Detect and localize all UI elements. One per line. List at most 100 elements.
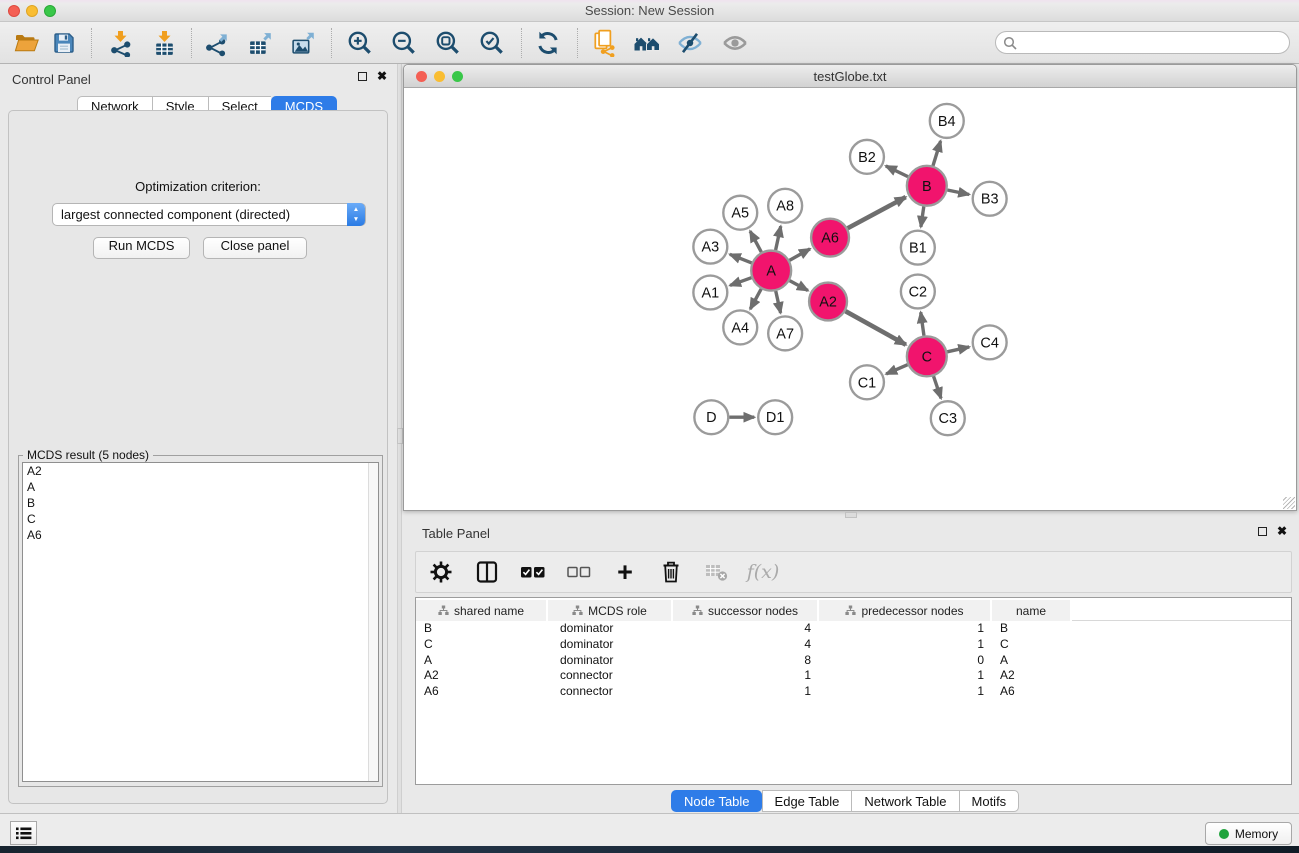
zoom-out-button[interactable] bbox=[387, 26, 421, 60]
mcds-result-item[interactable]: A2 bbox=[23, 463, 378, 479]
network-graph[interactable]: B4B2BB3A5A8A6B1A3AA1C2A2A4A7C4CC1DD1C3 bbox=[405, 89, 1295, 510]
export-network-button[interactable] bbox=[200, 26, 234, 60]
graph-node-C3[interactable]: C3 bbox=[931, 401, 965, 435]
graph-node-B2[interactable]: B2 bbox=[850, 140, 884, 174]
delete-column-button[interactable] bbox=[656, 557, 686, 587]
node-table[interactable]: shared nameMCDS rolesuccessor nodesprede… bbox=[415, 597, 1292, 785]
table-cell[interactable]: dominator bbox=[548, 621, 673, 637]
graph-edge[interactable] bbox=[921, 207, 924, 227]
float-table-panel-icon[interactable] bbox=[1258, 527, 1267, 536]
graph-node-A6[interactable]: A6 bbox=[811, 219, 849, 257]
graph-edge[interactable] bbox=[790, 281, 808, 291]
graph-edge[interactable] bbox=[776, 226, 781, 250]
graph-edge[interactable] bbox=[750, 289, 761, 309]
network-canvas[interactable]: B4B2BB3A5A8A6B1A3AA1C2A2A4A7C4CC1DD1C3 bbox=[405, 89, 1295, 510]
deselect-all-button[interactable] bbox=[564, 557, 594, 587]
graph-edge[interactable] bbox=[776, 291, 781, 313]
graph-node-A3[interactable]: A3 bbox=[693, 230, 727, 264]
add-column-button[interactable]: + bbox=[610, 557, 640, 587]
show-panels-button[interactable] bbox=[10, 821, 37, 845]
column-header-predecessor-nodes[interactable]: predecessor nodes bbox=[819, 600, 992, 621]
table-cell[interactable]: C bbox=[992, 637, 1072, 653]
home-button[interactable] bbox=[630, 26, 664, 60]
save-session-button[interactable] bbox=[47, 26, 81, 60]
table-cell[interactable]: B bbox=[416, 621, 548, 637]
zoom-in-button[interactable] bbox=[343, 26, 377, 60]
import-network-button[interactable] bbox=[103, 26, 137, 60]
column-header-name[interactable]: name bbox=[992, 600, 1072, 621]
graph-node-A8[interactable]: A8 bbox=[768, 189, 802, 223]
table-cell[interactable]: A bbox=[992, 653, 1072, 669]
graph-edge[interactable] bbox=[848, 197, 906, 228]
hide-graphics-details-button[interactable] bbox=[673, 26, 707, 60]
close-panel-icon[interactable]: ✖ bbox=[377, 72, 387, 81]
mcds-result-item[interactable]: C bbox=[23, 511, 378, 527]
table-cell[interactable]: 1 bbox=[819, 668, 992, 684]
graph-node-B1[interactable]: B1 bbox=[901, 231, 935, 265]
table-cell[interactable]: A2 bbox=[416, 668, 548, 684]
graph-node-D1[interactable]: D1 bbox=[758, 400, 792, 434]
table-cell[interactable]: 1 bbox=[673, 668, 819, 684]
table-cell[interactable]: C bbox=[416, 637, 548, 653]
graph-edge[interactable] bbox=[934, 376, 942, 398]
close-table-panel-icon[interactable]: ✖ bbox=[1277, 527, 1287, 536]
table-cell[interactable]: 8 bbox=[673, 653, 819, 669]
table-cell[interactable]: A2 bbox=[992, 668, 1072, 684]
show-column-button[interactable] bbox=[472, 557, 502, 587]
table-cell[interactable]: 1 bbox=[819, 684, 992, 700]
scrollbar-track[interactable] bbox=[368, 463, 378, 781]
graph-edge[interactable] bbox=[921, 312, 924, 335]
graph-edge[interactable] bbox=[933, 141, 941, 166]
refresh-view-button[interactable] bbox=[531, 26, 565, 60]
close-panel-button[interactable]: Close panel bbox=[203, 237, 307, 259]
zoom-selected-button[interactable] bbox=[475, 26, 509, 60]
graph-edge[interactable] bbox=[886, 365, 907, 374]
table-cell[interactable]: 4 bbox=[673, 637, 819, 653]
table-cell[interactable]: 4 bbox=[673, 621, 819, 637]
show-graphics-details-button[interactable] bbox=[718, 26, 752, 60]
graph-edge[interactable] bbox=[947, 190, 969, 195]
graph-node-C4[interactable]: C4 bbox=[973, 325, 1007, 359]
table-cell[interactable]: dominator bbox=[548, 637, 673, 653]
graph-node-C2[interactable]: C2 bbox=[901, 275, 935, 309]
table-row[interactable]: Cdominator41C bbox=[416, 637, 1291, 653]
open-session-button[interactable] bbox=[10, 26, 44, 60]
graph-edge[interactable] bbox=[730, 254, 752, 263]
column-header-successor-nodes[interactable]: successor nodes bbox=[673, 600, 819, 621]
graph-node-C[interactable]: C bbox=[907, 336, 947, 376]
table-cell[interactable]: 1 bbox=[819, 621, 992, 637]
graph-node-C1[interactable]: C1 bbox=[850, 365, 884, 399]
run-mcds-button[interactable]: Run MCDS bbox=[93, 237, 190, 259]
table-row[interactable]: Adominator80A bbox=[416, 653, 1291, 669]
column-header-shared-name[interactable]: shared name bbox=[416, 600, 548, 621]
table-cell[interactable]: A6 bbox=[992, 684, 1072, 700]
graph-edge[interactable] bbox=[730, 278, 751, 286]
new-network-from-file-button[interactable] bbox=[588, 26, 622, 60]
float-panel-icon[interactable] bbox=[358, 72, 367, 81]
graph-node-D[interactable]: D bbox=[694, 400, 728, 434]
graph-edge[interactable] bbox=[886, 166, 908, 177]
graph-edge[interactable] bbox=[789, 249, 810, 260]
graph-node-B4[interactable]: B4 bbox=[930, 104, 964, 138]
horizontal-splitter-handle[interactable] bbox=[845, 512, 857, 518]
graph-node-A2[interactable]: A2 bbox=[809, 283, 847, 321]
window-resize-grip[interactable] bbox=[1283, 497, 1295, 509]
tab-edge-table[interactable]: Edge Table bbox=[762, 790, 852, 812]
mcds-result-list[interactable]: A2ABCA6 bbox=[22, 462, 379, 782]
table-cell[interactable]: connector bbox=[548, 684, 673, 700]
table-cell[interactable]: B bbox=[992, 621, 1072, 637]
export-table-button[interactable] bbox=[243, 26, 277, 60]
tab-motifs[interactable]: Motifs bbox=[959, 790, 1020, 812]
graph-node-A5[interactable]: A5 bbox=[723, 196, 757, 230]
table-row[interactable]: A6connector11A6 bbox=[416, 684, 1291, 700]
table-cell[interactable]: A bbox=[416, 653, 548, 669]
table-cell[interactable]: dominator bbox=[548, 653, 673, 669]
optimization-criterion-dropdown[interactable]: largest connected component (directed) ▲… bbox=[52, 203, 366, 226]
table-cell[interactable]: 0 bbox=[819, 653, 992, 669]
table-cell[interactable]: 1 bbox=[819, 637, 992, 653]
import-table-button[interactable] bbox=[147, 26, 181, 60]
zoom-fit-button[interactable] bbox=[431, 26, 465, 60]
tab-node-table[interactable]: Node Table bbox=[671, 790, 762, 812]
graph-node-B3[interactable]: B3 bbox=[973, 182, 1007, 216]
select-all-button[interactable] bbox=[518, 557, 548, 587]
